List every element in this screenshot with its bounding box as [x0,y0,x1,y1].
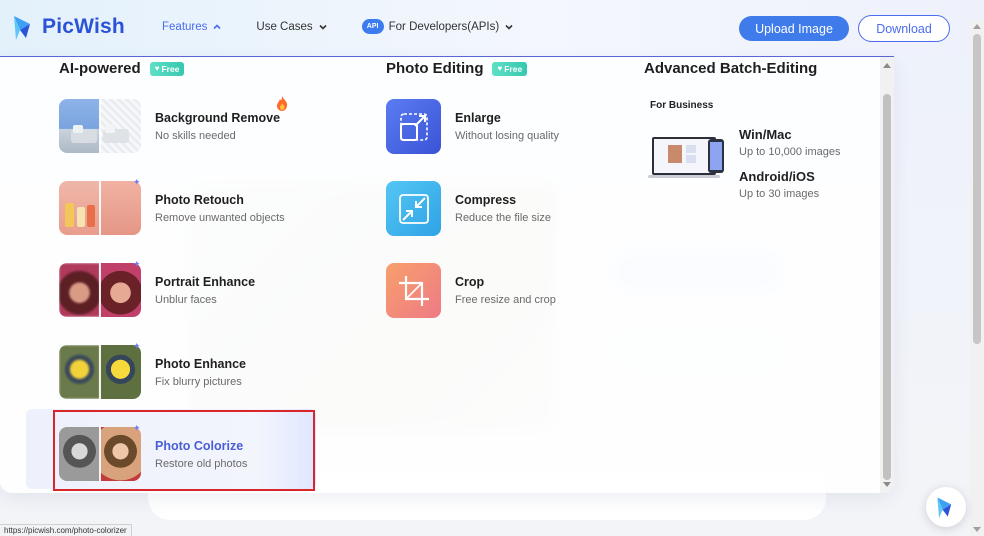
crop-icon [386,263,441,318]
photo-retouch-title: Photo Retouch [155,192,244,207]
menu-item-compress[interactable]: Compress Reduce the file size [386,181,551,236]
portrait-enhance-thumbnail [59,263,141,317]
scroll-down-icon[interactable] [883,482,891,487]
crop-subtitle: Free resize and crop [455,294,556,306]
portrait-enhance-title: Portrait Enhance [155,274,256,289]
upload-image-button[interactable]: Upload Image [739,16,849,41]
free-badge: ♥ Free [149,61,185,76]
win-mac-title: Win/Mac [739,127,792,142]
features-dropdown: AI-powered ♥ Free Background Remove No sk… [0,57,894,493]
compress-subtitle: Reduce the file size [455,212,551,224]
nav-features-label: Features [162,20,208,33]
nav-use-cases-label: Use Cases [256,20,313,33]
api-badge-icon: API [361,19,384,34]
sparkle-icon: ✦ [133,177,141,187]
photo-retouch-subtitle: Remove unwanted objects [155,211,285,224]
sparkle-icon: ✦ [133,341,141,351]
status-bar-url: https://picwish.com/photo-colorizer [0,524,132,536]
photo-editing-title: Photo Editing [386,60,484,77]
photo-enhance-thumbnail [59,345,141,399]
compress-title: Compress [455,193,517,207]
dropdown-scrollbar-thumb[interactable] [883,94,891,480]
fire-icon [277,96,288,111]
photo-editing-heading: Photo Editing ♥ Free [386,60,528,77]
menu-item-photo-enhance[interactable]: ✦ Photo Enhance Fix blurry pictures [59,341,246,399]
dropdown-scrollbar[interactable] [880,57,894,493]
chevron-down-icon [319,24,327,30]
batch-editing-heading: Advanced Batch-Editing [644,60,818,77]
selection-outline [53,410,315,491]
chevron-down-icon [505,24,513,30]
win-mac-subtitle: Up to 10,000 images [739,146,841,158]
heart-icon: ♥ [497,64,503,73]
scroll-up-icon[interactable] [883,63,891,68]
photo-retouch-thumbnail [59,181,141,235]
page-scrollbar-thumb[interactable] [973,34,981,344]
background-remove-thumbnail [59,99,141,153]
sparkle-icon: ✦ [133,259,141,269]
android-ios-title: Android/iOS [739,169,815,184]
compress-icon [386,181,441,236]
crop-title: Crop [455,275,485,289]
free-badge: ♥ Free [492,61,528,76]
photo-enhance-title: Photo Enhance [155,356,246,371]
menu-item-crop[interactable]: Crop Free resize and crop [386,263,556,318]
page-scrollbar[interactable] [970,20,984,536]
nav-features[interactable]: Features [162,21,222,33]
download-button[interactable]: Download [858,15,950,42]
menu-item-portrait-enhance[interactable]: ✦ Portrait Enhance Unblur faces [59,259,256,317]
free-badge-label: Free [161,63,180,74]
brand-logo[interactable]: PicWish [12,12,125,42]
brand-name: PicWish [42,15,125,38]
picwish-logo-icon [12,12,36,42]
enlarge-subtitle: Without losing quality [455,130,559,142]
heart-icon: ♥ [154,64,160,73]
nav-developers-label: For Developers(APIs) [388,20,500,33]
chat-assistant-button[interactable] [926,487,966,527]
menu-item-background-remove[interactable]: Background Remove No skills needed [59,96,288,153]
portrait-enhance-subtitle: Unblur faces [155,293,217,306]
desktop-app-illustration [648,133,728,186]
menu-item-win-mac[interactable]: Win/Mac Up to 10,000 images [739,127,841,158]
menu-item-android-ios[interactable]: Android/iOS Up to 30 images [739,169,819,200]
main-nav: Features Use Cases API For Developers(AP… [162,19,548,34]
background-remove-title: Background Remove [155,110,281,125]
picwish-logo-icon [937,497,952,519]
photo-enhance-subtitle: Fix blurry pictures [155,375,242,388]
enlarge-title: Enlarge [455,111,501,125]
free-badge-label: Free [504,63,523,74]
scroll-up-icon[interactable] [973,24,981,29]
for-business-label: For Business [650,100,714,111]
site-header: PicWish Features Use Cases API For Devel… [0,0,984,56]
chevron-up-icon [213,23,221,29]
ai-powered-title: AI-powered [59,60,141,77]
background-remove-subtitle: No skills needed [155,129,236,142]
nav-developers[interactable]: API For Developers(APIs) [361,19,515,34]
enlarge-icon [386,99,441,154]
ai-powered-heading: AI-powered ♥ Free [59,60,185,77]
scroll-down-icon[interactable] [973,527,981,532]
menu-item-photo-retouch[interactable]: ✦ Photo Retouch Remove unwanted objects [59,177,285,235]
android-ios-subtitle: Up to 30 images [739,188,820,200]
menu-item-enlarge[interactable]: Enlarge Without losing quality [386,99,559,154]
nav-use-cases[interactable]: Use Cases [256,21,327,33]
